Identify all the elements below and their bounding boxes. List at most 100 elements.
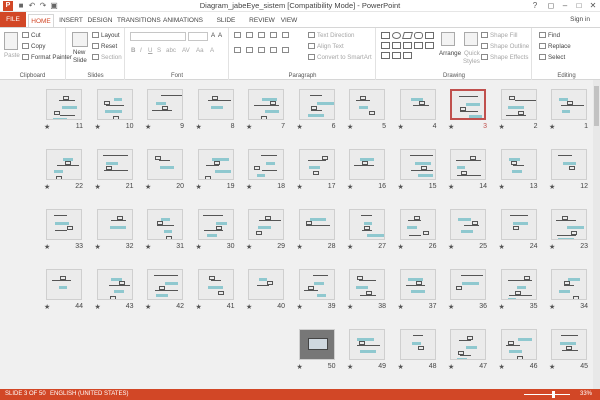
slide-thumbnail[interactable] — [450, 149, 486, 180]
slide-thumbnail[interactable] — [551, 269, 587, 300]
slide-thumbnail[interactable] — [551, 89, 587, 120]
slide-thumbnail[interactable] — [349, 89, 385, 120]
slide-thumbnail[interactable] — [248, 269, 284, 300]
tab-view[interactable]: VIEW — [278, 14, 300, 27]
help-icon[interactable]: ? — [528, 0, 542, 12]
tab-design[interactable]: DESIGN — [86, 14, 114, 27]
strikethrough-button[interactable]: abc — [166, 47, 176, 54]
slide-thumbnail[interactable] — [500, 89, 537, 120]
transition-star-icon[interactable]: ★ — [95, 183, 101, 191]
transition-star-icon[interactable]: ★ — [246, 123, 252, 131]
transition-star-icon[interactable]: ★ — [145, 183, 151, 191]
tab-home[interactable]: HOME — [28, 14, 54, 27]
slide-thumbnail[interactable] — [450, 209, 486, 240]
shape-textbox-icon[interactable] — [381, 52, 390, 59]
zoom-slider-knob[interactable] — [552, 391, 555, 398]
transition-star-icon[interactable]: ★ — [145, 123, 151, 131]
transition-star-icon[interactable]: ★ — [297, 303, 303, 311]
transition-star-icon[interactable]: ★ — [499, 303, 505, 311]
align-center-button[interactable] — [246, 47, 255, 54]
paste-button[interactable]: Paste — [4, 52, 20, 59]
language-indicator[interactable]: ENGLISH (UNITED STATES) — [50, 389, 128, 400]
slide-thumbnail[interactable] — [298, 89, 335, 120]
tab-file[interactable]: FILE — [0, 12, 26, 27]
cut-button[interactable]: Cut — [22, 32, 41, 39]
slide-thumbnail[interactable] — [147, 269, 183, 300]
shape-callout-icon[interactable] — [403, 52, 412, 59]
transition-star-icon[interactable]: ★ — [347, 243, 353, 251]
transition-star-icon[interactable]: ★ — [246, 243, 252, 251]
transition-star-icon[interactable]: ★ — [398, 183, 404, 191]
tab-insert[interactable]: INSERT — [58, 14, 84, 27]
change-case-button[interactable]: Aa — [196, 47, 204, 54]
transition-star-icon[interactable]: ★ — [297, 183, 303, 191]
vertical-scrollbar[interactable] — [593, 80, 600, 389]
sign-in-link[interactable]: Sign in — [570, 16, 590, 23]
slide-thumbnail[interactable] — [197, 89, 234, 120]
slide-thumbnail[interactable] — [96, 149, 133, 180]
slide-thumbnail[interactable] — [46, 89, 82, 120]
slide-thumbnail[interactable] — [450, 329, 486, 360]
slide-thumbnail[interactable] — [399, 329, 436, 360]
transition-star-icon[interactable]: ★ — [549, 123, 555, 131]
transition-star-icon[interactable]: ★ — [448, 303, 454, 311]
transition-star-icon[interactable]: ★ — [246, 183, 252, 191]
char-spacing-button[interactable]: AV — [182, 47, 190, 54]
slide-thumbnail[interactable] — [450, 89, 486, 120]
transition-star-icon[interactable]: ★ — [297, 363, 303, 371]
increase-indent-button[interactable] — [270, 32, 279, 39]
align-left-button[interactable] — [234, 47, 243, 54]
slide-thumbnail[interactable] — [147, 149, 183, 180]
new-slide-label[interactable]: New — [73, 49, 85, 56]
underline-button[interactable]: U — [148, 47, 152, 54]
transition-star-icon[interactable]: ★ — [196, 303, 202, 311]
transition-star-icon[interactable]: ★ — [196, 123, 202, 131]
justify-button[interactable] — [270, 47, 279, 54]
transition-star-icon[interactable]: ★ — [44, 303, 50, 311]
shape-curve-icon[interactable] — [425, 42, 434, 49]
slide-thumbnail[interactable] — [500, 209, 537, 240]
convert-smartart-button[interactable]: Convert to SmartArt — [308, 54, 372, 61]
shape-line-icon[interactable] — [425, 32, 434, 39]
zoom-slider[interactable] — [524, 394, 570, 395]
shape-rectangle-icon[interactable] — [381, 32, 390, 39]
shadow-button[interactable]: S — [157, 47, 161, 54]
align-right-button[interactable] — [258, 47, 267, 54]
slide-thumbnail[interactable] — [500, 149, 537, 180]
arrange-button[interactable]: Arrange — [439, 50, 461, 57]
transition-star-icon[interactable]: ★ — [398, 303, 404, 311]
transition-star-icon[interactable]: ★ — [448, 243, 454, 251]
shape-parallelogram-icon[interactable] — [402, 32, 413, 39]
quick-styles-label[interactable]: Quick — [464, 50, 480, 57]
slide-thumbnail[interactable] — [551, 209, 587, 240]
replace-button[interactable]: Replace — [539, 43, 571, 50]
font-color-button[interactable]: A — [210, 47, 214, 54]
transition-star-icon[interactable]: ★ — [347, 183, 353, 191]
transition-star-icon[interactable]: ★ — [44, 183, 50, 191]
slide-thumbnail[interactable] — [349, 149, 385, 180]
tab-review[interactable]: REVIEW — [248, 14, 276, 27]
transition-star-icon[interactable]: ★ — [196, 183, 202, 191]
slide-thumbnail[interactable] — [197, 269, 234, 300]
slide-thumbnail[interactable] — [96, 89, 133, 120]
slide-thumbnail[interactable] — [248, 149, 284, 180]
transition-star-icon[interactable]: ★ — [347, 363, 353, 371]
slide-thumbnail[interactable] — [197, 149, 234, 180]
shrink-font-icon[interactable]: A — [218, 32, 222, 39]
transition-star-icon[interactable]: ★ — [95, 303, 101, 311]
slide-thumbnail[interactable] — [551, 329, 587, 360]
shape-fill-button[interactable]: Shape Fill — [481, 32, 518, 39]
transition-star-icon[interactable]: ★ — [448, 363, 454, 371]
tab-animations[interactable]: ANIMATIONS — [162, 14, 204, 27]
slide-thumbnail[interactable] — [399, 149, 436, 180]
slide-thumbnail[interactable] — [349, 329, 385, 360]
transition-star-icon[interactable]: ★ — [398, 123, 404, 131]
slide-thumbnail[interactable] — [399, 89, 436, 120]
decrease-indent-button[interactable] — [258, 32, 267, 39]
arrange-icon[interactable] — [441, 32, 455, 46]
slide-thumbnail[interactable] — [298, 269, 335, 300]
section-button[interactable]: Section — [92, 54, 122, 61]
shape-elbow-icon[interactable] — [414, 42, 423, 49]
text-direction-button[interactable]: Text Direction — [308, 32, 354, 39]
slide-thumbnail[interactable] — [147, 209, 183, 240]
